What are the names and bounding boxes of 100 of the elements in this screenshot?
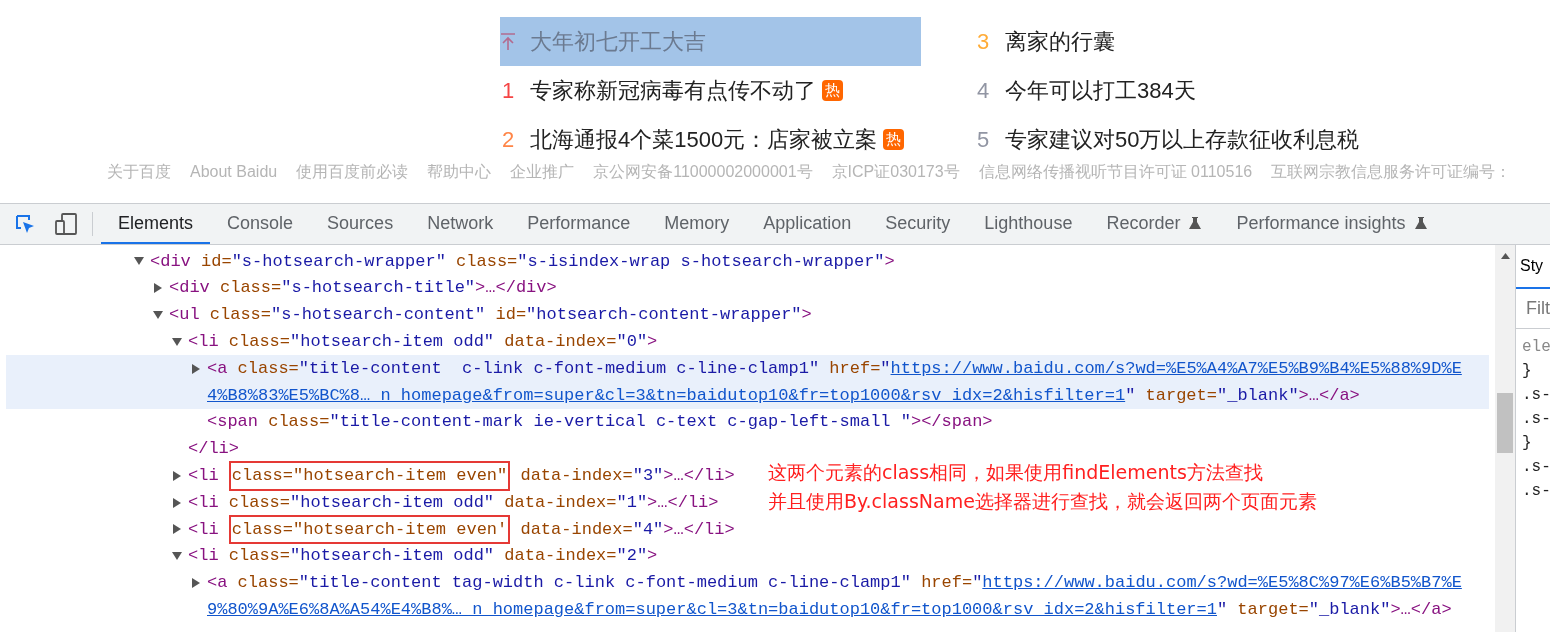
hot-search-item[interactable]: 4 今年可以打工384天: [975, 66, 1550, 115]
hot-search-title: 大年初七开工大吉: [530, 28, 706, 56]
code-token: target=: [1144, 384, 1217, 407]
expand-triangle-icon[interactable]: [153, 283, 163, 294]
dom-node[interactable]: <li class="hotsearch-item odd" data-index="1">…</li>: [6, 489, 719, 516]
expand-triangle-icon[interactable]: [191, 363, 201, 374]
scrollbar[interactable]: [1495, 245, 1515, 632]
code-token: href=: [828, 357, 881, 380]
hot-search-title: 北海通报4个菜1500元：店家被立案: [530, 126, 878, 154]
code-token: "s-isindex-wrap s-hotsearch-wrapper": [517, 250, 885, 273]
code-token: ": [972, 572, 983, 595]
code-token: data-index=: [519, 518, 633, 541]
code-token: "hotsearch-content-wrapper": [526, 304, 802, 327]
hot-search-item[interactable]: 1 专家称新冠病毒有点传不动了 热: [500, 66, 921, 115]
hot-search-item[interactable]: 2 北海通报4个菜1500元：店家被立案 热: [500, 115, 921, 160]
code-token: class=: [268, 411, 330, 434]
hot-search-item[interactable]: 3 离家的行囊: [975, 17, 1550, 66]
highlighted-attribute: class="hotsearch-item even': [228, 514, 511, 545]
code-token: "1": [616, 491, 648, 514]
code-token: >: [884, 250, 895, 273]
code-token: <li: [188, 518, 220, 541]
scrollbar-thumb[interactable]: [1497, 393, 1513, 453]
code-token: >…</a>: [1298, 384, 1360, 407]
code-token: >: [647, 545, 658, 568]
code-token: "2": [616, 545, 648, 568]
hot-badge: 热: [822, 80, 843, 101]
code-token: "0": [616, 331, 648, 354]
code-token: class=: [237, 357, 299, 380]
code-token: class=: [228, 331, 291, 354]
code-token: >…</div>: [475, 277, 557, 300]
inspect-cursor-icon[interactable]: [14, 213, 36, 235]
code-token: class=: [455, 250, 518, 273]
code-token: target=: [1236, 599, 1309, 621]
expand-triangle-icon[interactable]: [172, 336, 182, 347]
dom-node[interactable]: <li class="hotsearch-item odd" data-index="2">: [6, 542, 658, 570]
url-link[interactable]: 4%B8%83%E5%BC%8…_n_homepage&from=super&cl=3&tn=baidutop10&fr=top1000&rsv_idx=2&hisfilter=1: [207, 382, 1126, 409]
hot-search-item[interactable]: 5 专家建议对50万以上存款征收利息税: [975, 115, 1550, 160]
expand-triangle-icon[interactable]: [172, 470, 182, 481]
code-token: >: [801, 304, 812, 327]
expand-triangle-icon[interactable]: [172, 551, 182, 562]
code-token: <li: [188, 545, 220, 568]
code-token: "3": [632, 465, 664, 487]
url-link[interactable]: 9%80%9A%E6%8A%A54%E4%B8%…_n_homepage&from=super&cl=3&tn=baidutop10&fr=top1000&rsv_idx=2&hisfilter=1: [207, 597, 1217, 623]
devtools-tab[interactable]: Lighthouse: [967, 204, 1090, 244]
code-token: <div: [169, 277, 211, 300]
code-token: data-index=: [503, 545, 617, 568]
dom-node[interactable]: <div id="s-hotsearch-wrapper" class="s-isindex-wrap s-hotsearch-wrapper">: [6, 248, 895, 275]
style-rule-text: ele: [1522, 337, 1550, 358]
code-token: data-index=: [503, 331, 617, 354]
code-token: <a: [207, 357, 229, 380]
expand-triangle-icon[interactable]: [191, 577, 201, 588]
code-token: >…</li>: [663, 518, 735, 541]
expand-triangle-icon[interactable]: [153, 310, 163, 320]
dom-node[interactable]: [6, 355, 1489, 409]
devtools-tab[interactable]: Memory: [647, 204, 747, 244]
annotation-note: 这两个元素的class相同，如果使用findElements方法查找 并且使用By.className选择器进行查找，就会返回两个页面元素: [768, 460, 1317, 514]
style-rule-text: }: [1522, 433, 1533, 454]
dom-node[interactable]: <span class="title-content-mark ie-vertical c-text c-gap-left-small "></span>: [6, 408, 993, 436]
expand-triangle-icon[interactable]: [172, 497, 182, 508]
code-token: ": [1125, 384, 1136, 407]
dom-node[interactable]: <li class="hotsearch-item odd" data-index="0">: [6, 328, 658, 356]
url-link[interactable]: https://www.baidu.com/s?wd=%E5%A4%A7%E5%B9%B4%E5%88%9D%E: [890, 355, 1462, 382]
devtools-tab[interactable]: Sources: [310, 204, 411, 244]
dom-node[interactable]: <ul class="s-hotsearch-content" id="hotsearch-content-wrapper">: [6, 301, 812, 329]
pin-top-icon: [500, 32, 516, 51]
devtools-tab[interactable]: Elements: [101, 204, 211, 244]
devtools-tab[interactable]: Console: [210, 204, 311, 244]
code-token: data-index=: [519, 465, 633, 487]
dom-node[interactable]: <li class="hotsearch-item even' data-index="4">…</li>: [6, 515, 735, 543]
scroll-up-icon[interactable]: [1500, 253, 1510, 259]
devtools-tab[interactable]: Security: [868, 204, 968, 244]
styles-tab[interactable]: Sty: [1520, 254, 1544, 278]
devtools-tab[interactable]: Application: [746, 204, 869, 244]
device-toggle-icon[interactable]: [54, 213, 78, 235]
dom-node[interactable]: <div class="s-hotsearch-title">…</div>: [6, 274, 557, 302]
code-token: >…</a>: [1390, 599, 1452, 621]
devtools-tab[interactable]: Recorder: [1089, 204, 1220, 244]
code-token: "hotsearch-item odd": [290, 331, 495, 354]
code-token: "s-hotsearch-wrapper": [231, 250, 446, 273]
devtools-tab[interactable]: Network: [410, 204, 511, 244]
code-token: "title-content c-link c-font-medium c-line-clamp1": [298, 357, 820, 380]
hot-badge: 热: [883, 129, 905, 150]
rank-number: 1: [500, 77, 516, 105]
code-token: class=: [209, 304, 272, 327]
devtools-tab[interactable]: Performance: [510, 204, 648, 244]
hot-search-title: 专家建议对50万以上存款征收利息税: [1005, 126, 1360, 154]
filter-field[interactable]: Filt: [1526, 295, 1550, 322]
expand-triangle-icon[interactable]: [134, 256, 144, 267]
style-rule-text: .s-: [1522, 409, 1550, 430]
code-token: <li: [188, 465, 220, 487]
code-token: "title-content tag-width c-link c-font-medium c-line-clamp1": [298, 572, 911, 595]
code-token: <a: [207, 572, 229, 595]
url-link[interactable]: https://www.baidu.com/s?wd=%E5%8C%97%E6%B5%B7%E: [982, 570, 1462, 596]
code-token: class=: [220, 277, 282, 300]
expand-triangle-icon[interactable]: [172, 524, 182, 535]
devtools-tab[interactable]: Performance insights: [1219, 204, 1445, 244]
dom-node[interactable]: <li class="hotsearch-item even" data-index="3">…</li>: [6, 462, 735, 490]
code-token: "4": [632, 518, 664, 541]
code-token: </li>: [188, 438, 239, 461]
highlighted-attribute: class="hotsearch-item even": [228, 461, 511, 491]
